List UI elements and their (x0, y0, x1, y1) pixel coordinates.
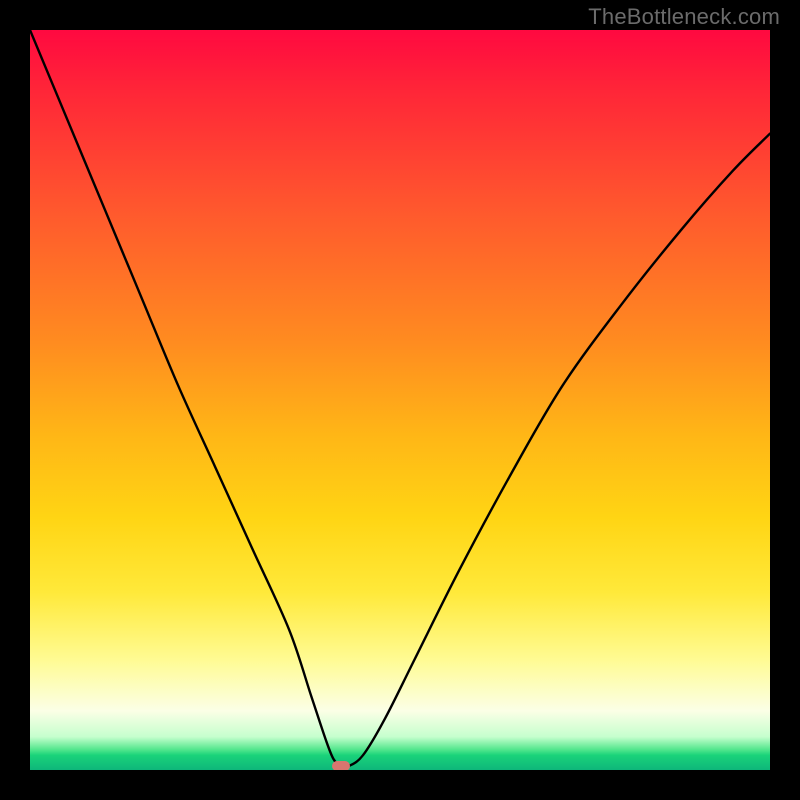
plot-area (30, 30, 770, 770)
chart-frame: TheBottleneck.com (0, 0, 800, 800)
watermark-text: TheBottleneck.com (588, 4, 780, 30)
bottleneck-curve (30, 30, 770, 770)
optimal-marker (332, 761, 350, 770)
